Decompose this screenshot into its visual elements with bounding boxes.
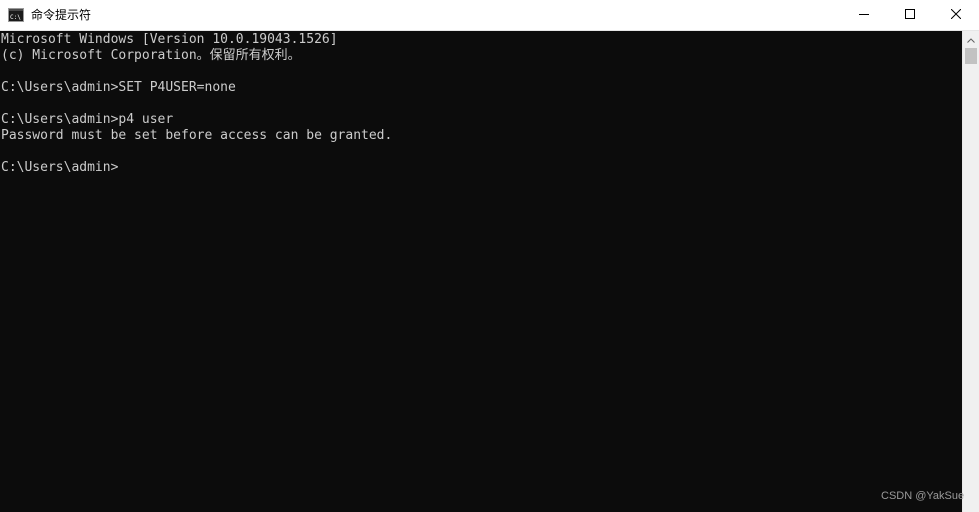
window-title: 命令提示符: [31, 8, 92, 22]
close-button[interactable]: [933, 0, 979, 30]
svg-text:C:\: C:\: [10, 14, 21, 21]
maximize-icon: [905, 6, 915, 24]
watermark: CSDN @YakSue: [881, 490, 965, 502]
cmd-icon[interactable]: C:\: [8, 8, 24, 22]
console-line: C:\Users\admin>p4 user: [1, 112, 174, 127]
console-line: C:\Users\admin>SET P4USER=none: [1, 80, 236, 95]
console-output[interactable]: Microsoft Windows [Version 10.0.19043.15…: [0, 31, 962, 512]
maximize-button[interactable]: [887, 0, 933, 30]
title-bar[interactable]: C:\ 命令提示符: [0, 0, 979, 31]
scroll-up-button[interactable]: [963, 31, 979, 47]
console-line: (c) Microsoft Corporation。保留所有权利。: [1, 48, 301, 63]
command-prompt-window: C:\ 命令提示符 Microsoft Windows [Version 10.…: [0, 0, 979, 512]
minimize-button[interactable]: [841, 0, 887, 30]
console-line: Microsoft Windows [Version 10.0.19043.15…: [1, 32, 338, 47]
scroll-up-arrow-icon: [967, 30, 975, 48]
close-icon: [950, 6, 962, 24]
vertical-scrollbar[interactable]: [962, 31, 979, 512]
console-prompt[interactable]: C:\Users\admin>: [1, 160, 118, 176]
console-line: Password must be set before access can b…: [1, 128, 393, 143]
scrollbar-thumb[interactable]: [965, 48, 977, 64]
minimize-icon: [859, 6, 869, 24]
